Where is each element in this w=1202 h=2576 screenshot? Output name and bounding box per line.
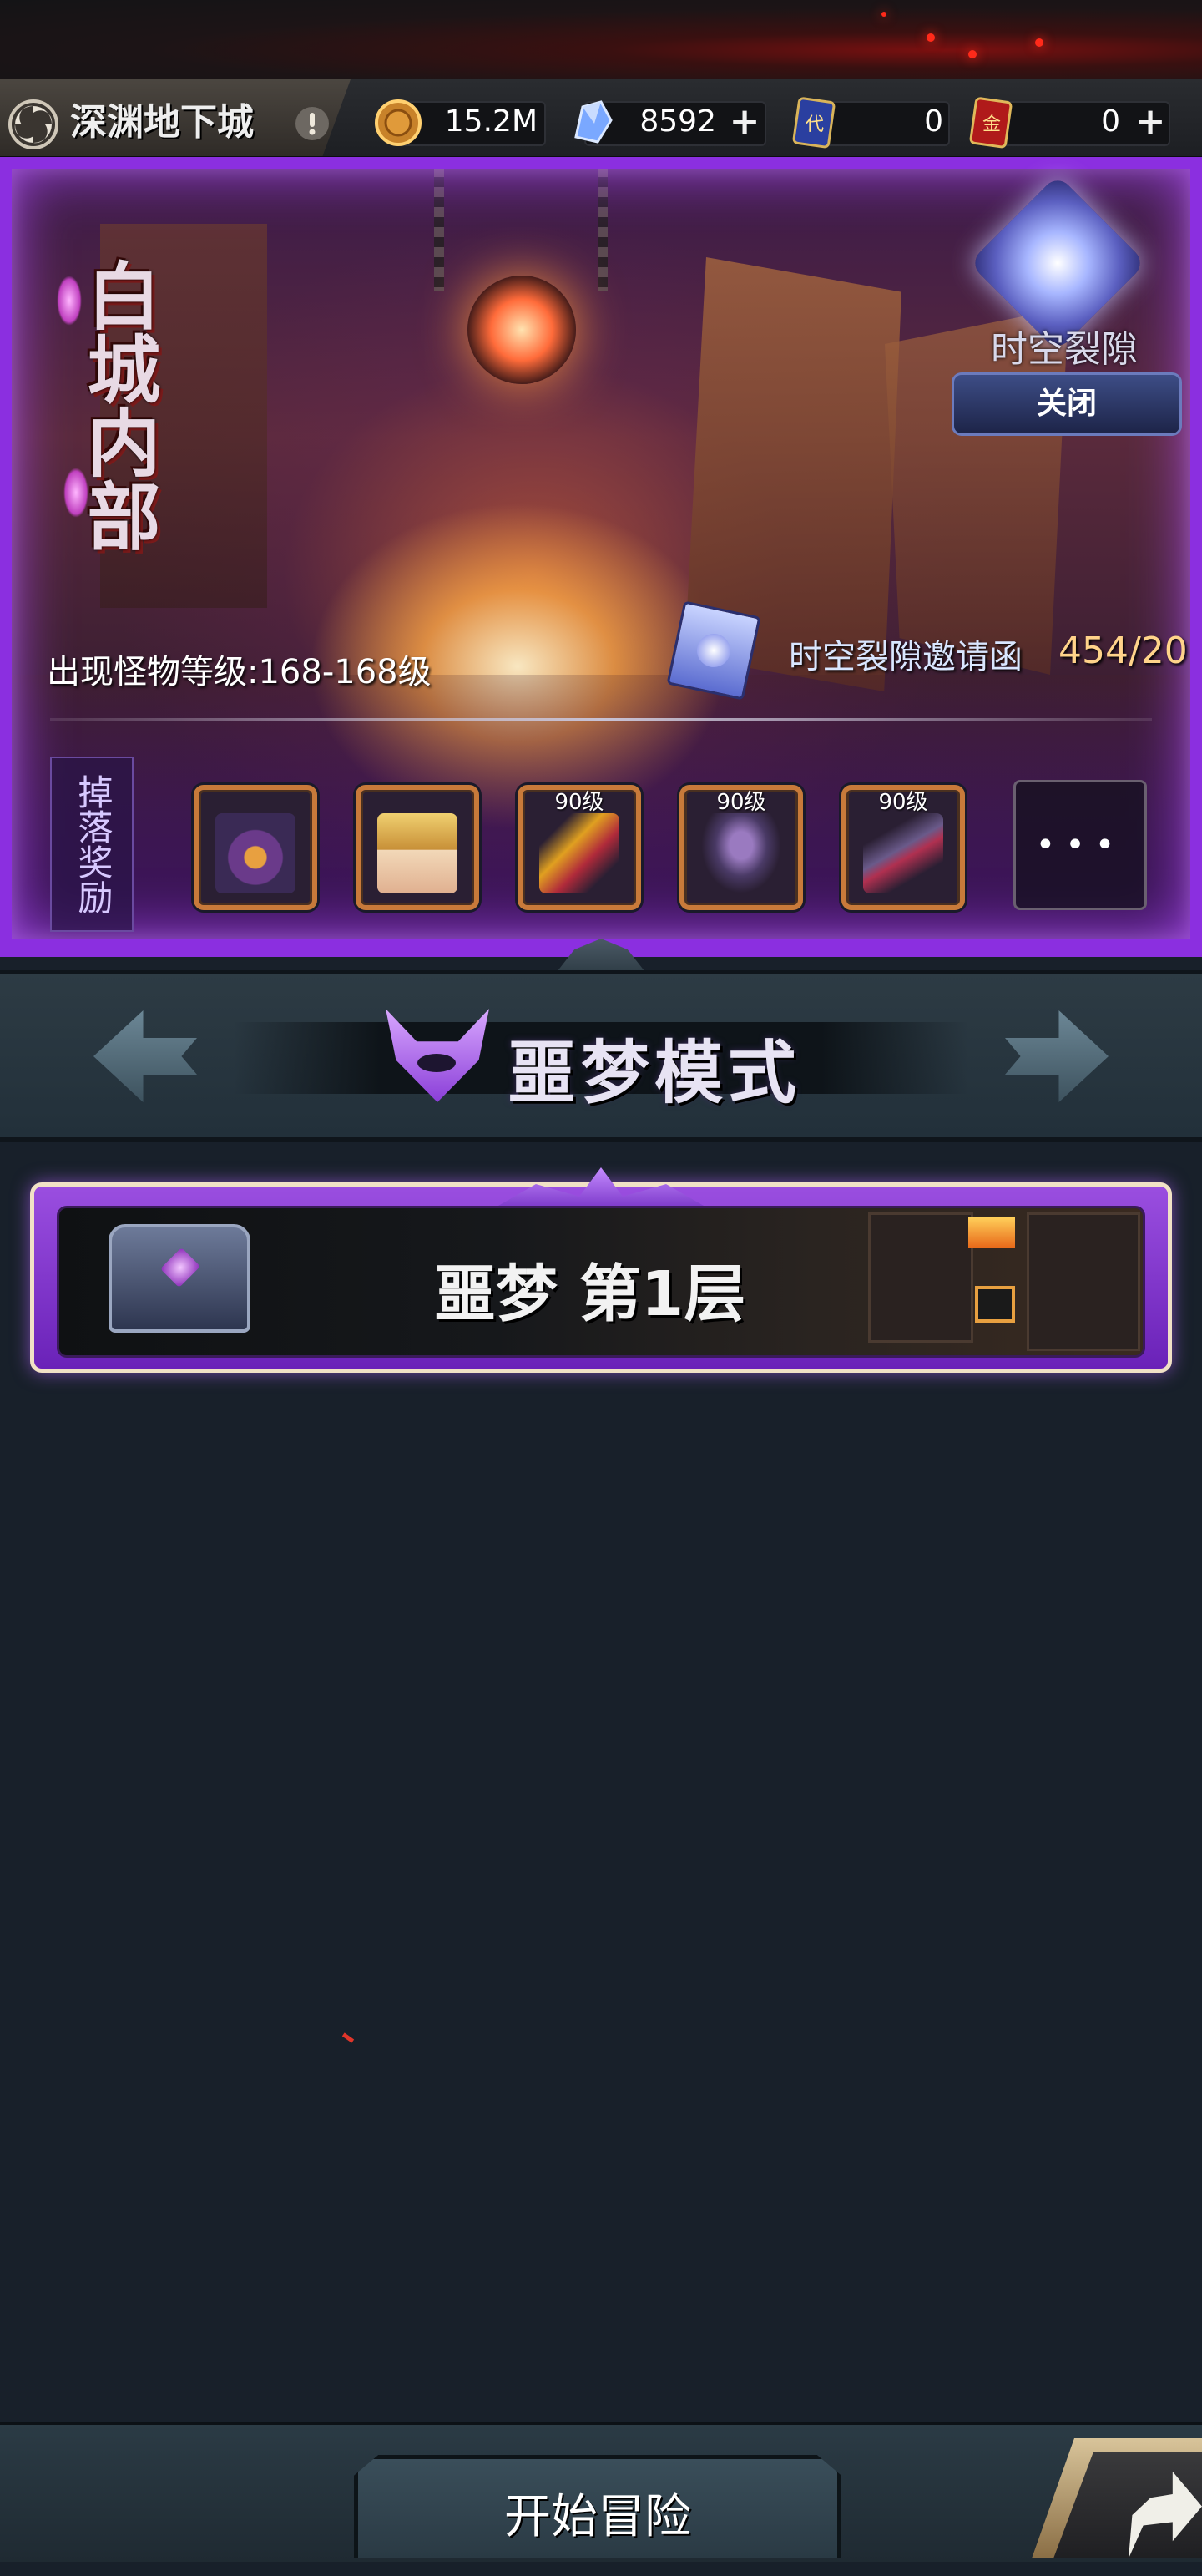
add-crystal-button[interactable]: +	[726, 104, 763, 140]
gold-ticket-icon: 金	[969, 97, 1013, 149]
close-button[interactable]: 关闭	[952, 372, 1182, 436]
blue-ticket-value: 0	[924, 104, 943, 139]
gold-coin-icon	[375, 99, 422, 146]
location-name: 深渊地下城	[70, 101, 254, 144]
dark-blade-weapon-icon	[863, 813, 943, 893]
one-eyed-demon-icon	[215, 813, 295, 893]
drop-rewards-label: 掉落奖励	[50, 757, 134, 932]
start-adventure-button[interactable]: 开始冒险	[354, 2455, 841, 2558]
stray-mark	[341, 2032, 355, 2043]
add-gold-ticket-button[interactable]: +	[1132, 104, 1169, 140]
blonde-elf-portrait-icon	[377, 813, 457, 893]
reward-slot-1[interactable]	[194, 785, 317, 910]
more-rewards-button[interactable]: •••	[1013, 780, 1147, 910]
svg-text:代: 代	[806, 114, 824, 135]
banner-divider	[50, 718, 1152, 721]
time-rift-label: 时空裂隙	[991, 328, 1138, 371]
forge-door	[975, 1286, 1015, 1323]
ember-glow	[968, 50, 977, 58]
invitation-count: 454/20	[1058, 630, 1188, 672]
reward-slot-3[interactable]: 90级	[518, 785, 641, 910]
abyss-emblem-icon	[8, 99, 58, 149]
reward-slot-4[interactable]: 90级	[679, 785, 803, 910]
crystal-value: 8592	[639, 104, 716, 139]
forge-fire	[968, 1217, 1015, 1248]
floor-label: 噩梦 第1层	[434, 1258, 746, 1330]
reward-level: 90级	[554, 790, 604, 815]
ember-glow	[927, 33, 935, 42]
top-scene-backdrop	[0, 0, 1202, 79]
reward-slot-2[interactable]	[356, 785, 479, 910]
forge-decoration	[868, 1212, 973, 1343]
monster-level-text: 出现怪物等级:168-168级	[47, 653, 432, 691]
dungeon-title: 白城内部	[75, 258, 162, 552]
flame-claw-weapon-icon	[539, 813, 619, 893]
ember-glow	[1035, 38, 1043, 47]
gold-value: 15.2M	[444, 104, 538, 139]
reward-slot-5[interactable]: 90级	[841, 785, 965, 910]
gold-ticket-value: 0	[1101, 104, 1120, 139]
dark-armor-icon	[701, 813, 781, 893]
blue-crystal-icon	[574, 100, 613, 144]
invitation-label: 时空裂隙邀请函	[789, 638, 1023, 676]
reward-level: 90级	[878, 790, 928, 815]
mode-name: 噩梦模式	[508, 1034, 802, 1113]
demon-eye	[417, 1054, 456, 1072]
forge-decoration	[1027, 1212, 1140, 1351]
blue-ticket-icon: 代	[792, 97, 836, 149]
exclamation-icon[interactable]	[294, 105, 331, 142]
reward-level: 90级	[716, 790, 766, 815]
ember-glow	[881, 12, 886, 17]
svg-text:金: 金	[982, 114, 1001, 135]
